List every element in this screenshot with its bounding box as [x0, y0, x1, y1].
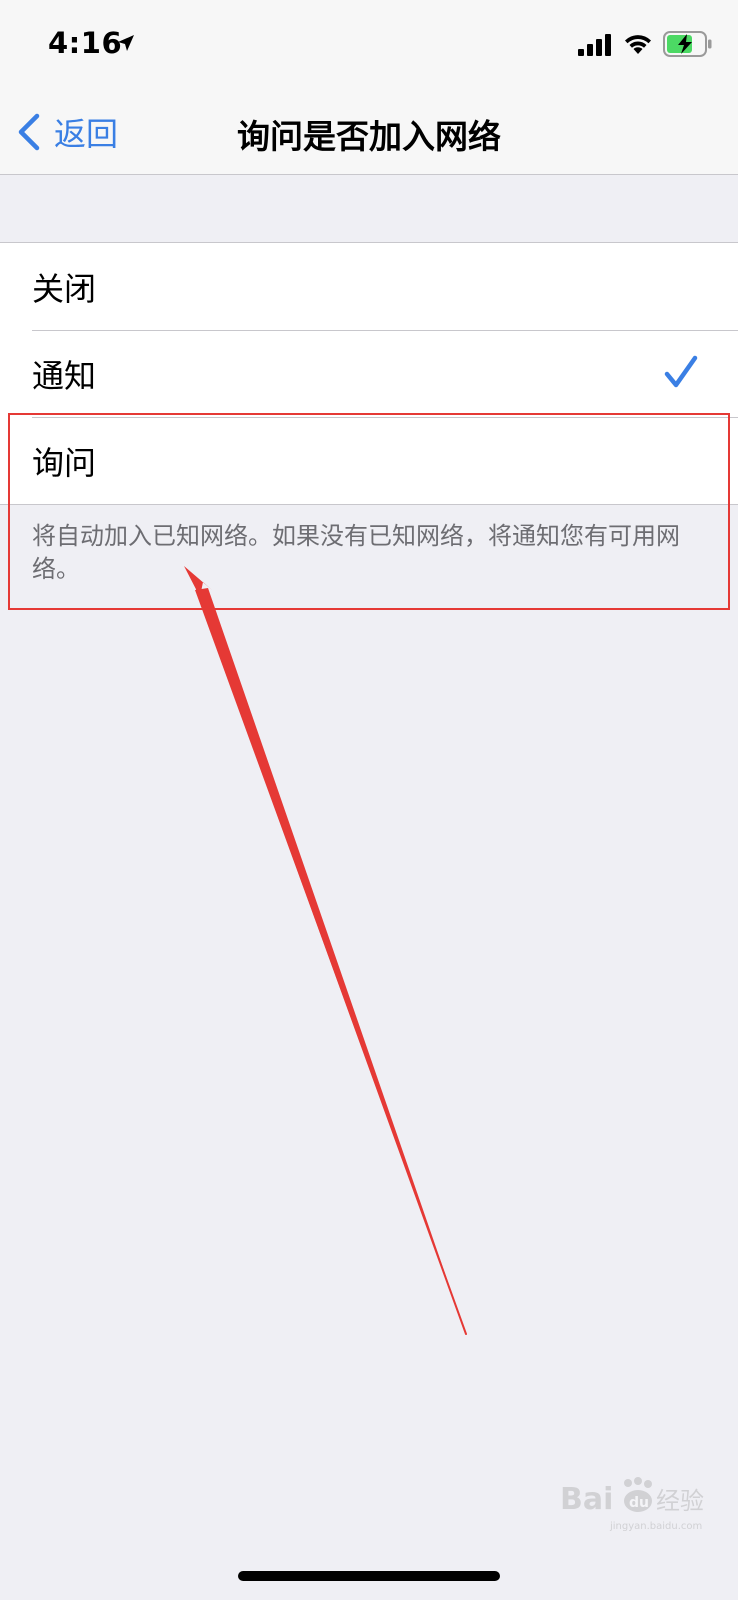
- baidu-logo-icon: Bai du 经验: [560, 1477, 704, 1517]
- option-notify-label: 通知: [32, 356, 97, 395]
- checkmark-icon: [664, 355, 698, 388]
- navigation-bar: 返回 询问是否加入网络: [0, 90, 738, 175]
- battery-charging-icon: [663, 31, 712, 57]
- watermark-url: jingyan.baidu.com: [610, 1521, 703, 1532]
- svg-text:Bai: Bai: [560, 1482, 613, 1517]
- annotation-highlight-box: [8, 413, 730, 610]
- option-notify[interactable]: 通知: [0, 330, 738, 417]
- home-indicator[interactable]: [238, 1571, 500, 1581]
- wifi-icon: [625, 35, 651, 54]
- status-time: 4:16: [48, 26, 123, 60]
- option-off[interactable]: 关闭: [0, 243, 738, 330]
- option-off-label: 关闭: [32, 269, 97, 308]
- svg-text:经验: 经验: [656, 1487, 704, 1515]
- svg-text:du: du: [629, 1495, 649, 1511]
- page-title: 询问是否加入网络: [237, 117, 501, 156]
- cellular-signal-icon: [578, 34, 611, 56]
- status-bar: 4:16: [0, 0, 738, 90]
- annotation-arrow: [184, 566, 467, 1335]
- location-arrow-icon: [118, 35, 134, 51]
- baidu-jingyan-watermark: Bai du 经验 jingyan.baidu.com: [560, 1475, 710, 1535]
